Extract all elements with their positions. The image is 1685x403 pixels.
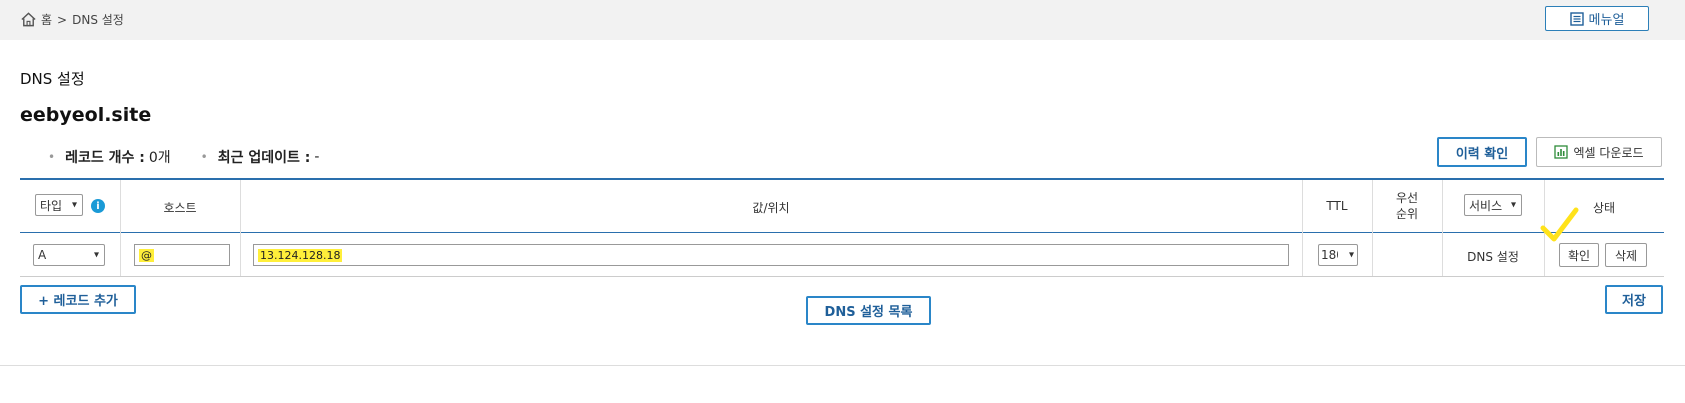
priority-header-line1: 우선 — [1395, 191, 1419, 205]
breadcrumb: 홈 > DNS 설정 — [20, 11, 124, 28]
type-filter-label: 타입 — [40, 198, 63, 213]
value-header: 값/위치 — [752, 201, 790, 215]
save-button[interactable]: 저장 — [1605, 285, 1663, 314]
chevron-down-icon: ▾ — [1510, 199, 1516, 211]
excel-download-button[interactable]: 엑셀 다운로드 — [1536, 137, 1662, 167]
host-input[interactable]: @ — [134, 244, 230, 266]
value-input[interactable]: 13.124.128.18 — [253, 244, 1289, 266]
priority-header: 우선 순위 — [1372, 190, 1442, 222]
history-button[interactable]: 이력 확인 — [1437, 137, 1527, 167]
ttl-header: TTL — [1326, 199, 1348, 213]
breadcrumb-home[interactable]: 홈 — [41, 11, 52, 28]
host-header: 호스트 — [163, 201, 197, 215]
value-text: 13.124.128.18 — [258, 248, 343, 262]
page-title: DNS 설정 — [20, 70, 85, 88]
chevron-down-icon: ▾ — [71, 199, 77, 211]
type-filter-select[interactable]: 타입 ▾ — [35, 194, 83, 216]
breadcrumb-current: DNS 설정 — [72, 13, 124, 27]
chevron-down-icon: ▾ — [1348, 249, 1354, 261]
dns-record-table: 타입 ▾ i 호스트 값/위치 TTL 우선 순위 서비스 ▾ 상태 A ▾ @… — [20, 178, 1664, 277]
host-value: @ — [139, 248, 154, 262]
ttl-select[interactable]: 180 ▾ — [1318, 244, 1358, 266]
domain-name: eebyeol.site — [20, 104, 152, 126]
home-icon[interactable] — [20, 11, 37, 28]
top-bar: 홈 > DNS 설정 메뉴얼 — [0, 0, 1685, 40]
manual-button[interactable]: 메뉴얼 — [1545, 6, 1649, 31]
record-summary: • 레코드 개수 : 0개 • 최근 업데이트 : - — [48, 147, 349, 167]
service-value: DNS 설정 — [1467, 250, 1519, 264]
bullet-icon: • — [200, 150, 208, 164]
confirm-button[interactable]: 확인 — [1559, 243, 1599, 267]
record-type-value: A — [38, 248, 47, 262]
chevron-down-icon: ▾ — [93, 249, 99, 261]
excel-download-label: 엑셀 다운로드 — [1573, 145, 1644, 160]
record-count-label: 레코드 개수 : — [65, 150, 145, 166]
manual-button-label: 메뉴얼 — [1588, 13, 1625, 28]
checkmark-annotation-icon — [1540, 207, 1579, 242]
priority-header-line2: 순위 — [1395, 207, 1419, 221]
record-type-select[interactable]: A ▾ — [33, 244, 105, 266]
add-record-button[interactable]: + 레코드 추가 — [20, 285, 136, 314]
info-icon[interactable]: i — [91, 199, 105, 213]
footer-divider — [0, 365, 1685, 366]
manual-list-icon — [1569, 11, 1584, 26]
dns-list-button[interactable]: DNS 설정 목록 — [806, 296, 931, 325]
delete-button[interactable]: 삭제 — [1605, 243, 1647, 267]
record-count-value: 0개 — [148, 150, 171, 166]
last-update-value: - — [314, 149, 320, 165]
excel-chart-icon — [1554, 145, 1569, 159]
bullet-icon: • — [48, 150, 56, 164]
service-filter-label: 서비스 — [1469, 198, 1503, 213]
ttl-value: 180 — [1321, 248, 1338, 262]
breadcrumb-separator: > — [57, 12, 68, 27]
service-filter-select[interactable]: 서비스 ▾ — [1464, 194, 1522, 216]
last-update-label: 최근 업데이트 : — [217, 150, 311, 166]
